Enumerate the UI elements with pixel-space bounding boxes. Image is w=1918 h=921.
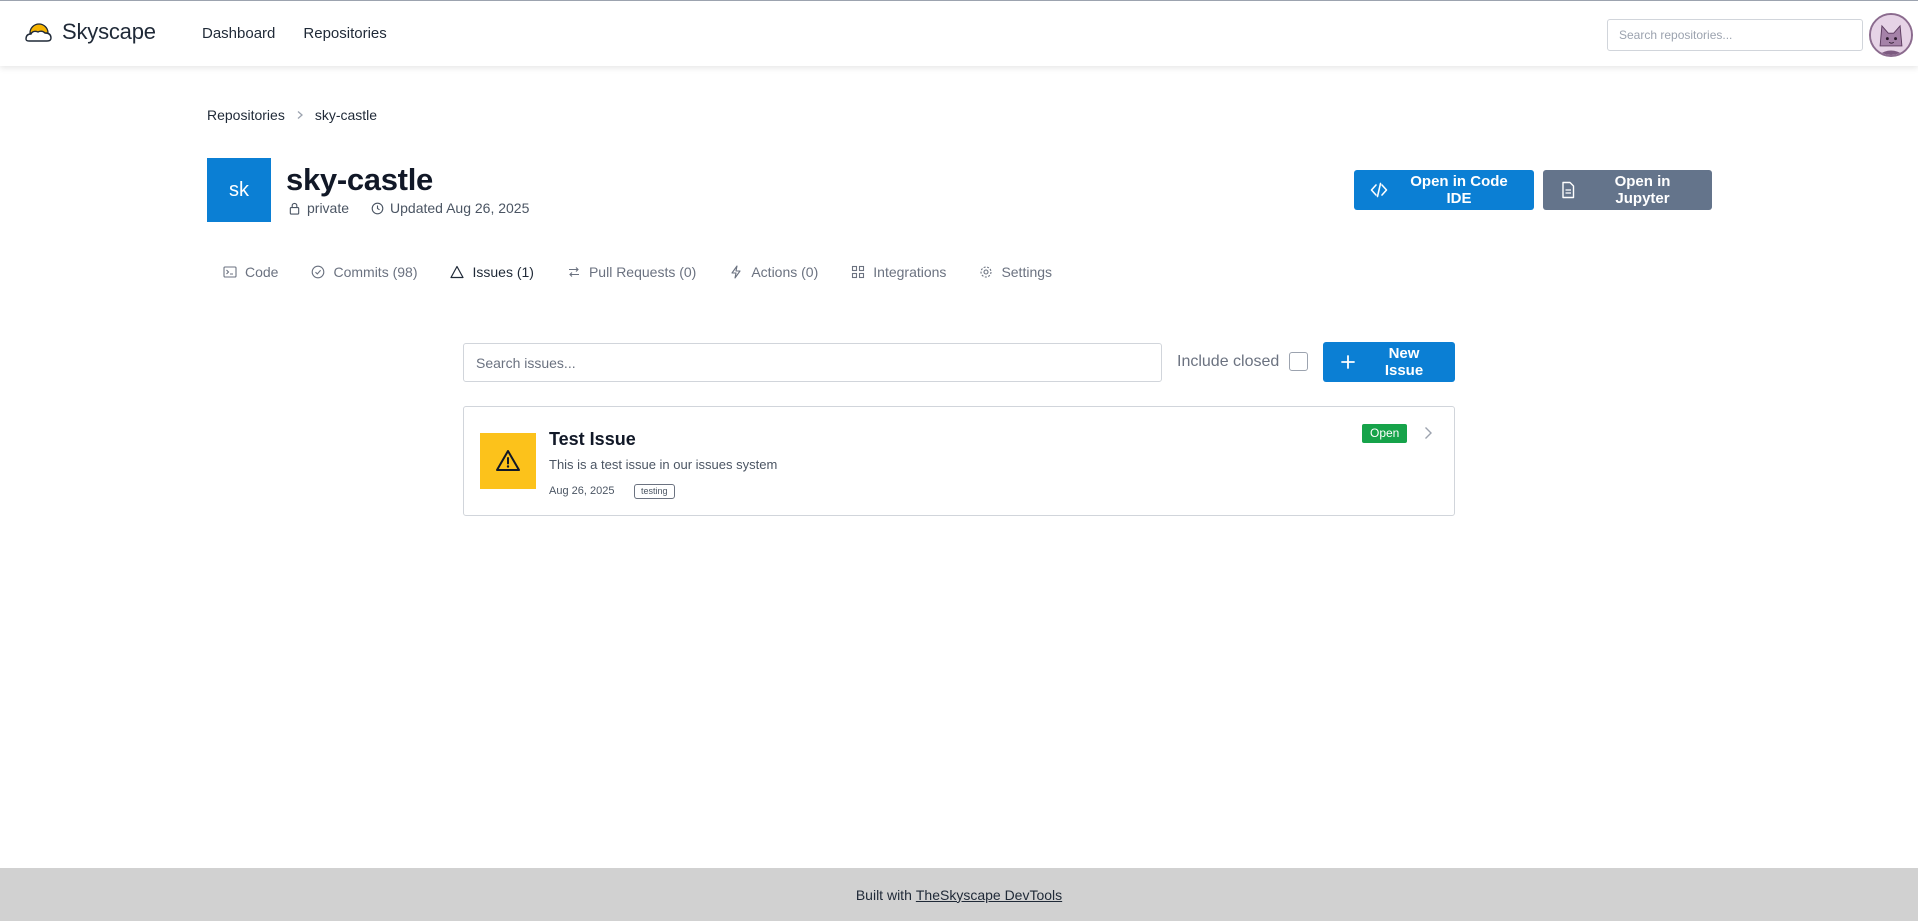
tab-settings-label: Settings <box>1001 264 1053 280</box>
nav-link-dashboard[interactable]: Dashboard <box>202 25 275 42</box>
terminal-icon <box>223 266 237 278</box>
tab-issues-label: Issues (1) <box>472 264 534 280</box>
check-circle-icon <box>312 265 325 279</box>
tab-code-label: Code <box>245 264 279 280</box>
nav-link-repositories[interactable]: Repositories <box>303 25 386 42</box>
top-navbar: Skyscape Dashboard Repositories <box>0 0 1918 66</box>
plus-icon <box>1341 355 1355 369</box>
repo-search-input[interactable] <box>1607 19 1863 51</box>
tab-settings[interactable]: Settings <box>979 264 1085 280</box>
issue-list-item[interactable]: Test Issue This is a test issue in our i… <box>463 406 1455 516</box>
breadcrumb-current: sky-castle <box>314 107 378 123</box>
breadcrumb: Repositories sky-castle <box>207 107 377 123</box>
repo-meta: private Updated Aug 26, 2025 <box>288 200 529 216</box>
code-brackets-icon <box>1370 182 1388 198</box>
issue-description: This is a test issue in our issues syste… <box>549 457 778 472</box>
gear-icon <box>980 266 992 278</box>
brand-link[interactable]: Skyscape <box>22 19 156 45</box>
tab-issues[interactable]: Issues (1) <box>450 264 566 280</box>
lock-icon <box>289 202 300 215</box>
brand-name: Skyscape <box>62 19 156 44</box>
alert-triangle-icon <box>450 265 465 279</box>
repo-updated: Updated Aug 26, 2025 <box>390 200 530 216</box>
issue-search-input[interactable] <box>463 343 1162 382</box>
tab-integrations-label: Integrations <box>873 264 947 280</box>
include-closed-checkbox[interactable] <box>1289 352 1309 371</box>
cloud-sun-logo-icon <box>25 23 52 42</box>
grid-icon <box>852 265 865 279</box>
tab-commits-label: Commits (98) <box>333 264 418 280</box>
user-avatar[interactable] <box>1869 13 1913 57</box>
repo-visibility: private <box>307 200 350 216</box>
arrows-icon <box>568 267 579 277</box>
status-badge: Open <box>1362 424 1408 443</box>
tab-integrations[interactable]: Integrations <box>851 264 979 280</box>
lightning-icon <box>731 265 741 279</box>
new-issue-label: New Issue <box>1384 345 1424 379</box>
open-in-jupyter-label: Open in Jupyter <box>1614 173 1671 207</box>
main-nav: Dashboard Repositories <box>202 25 387 42</box>
open-in-jupyter-button[interactable]: Open in Jupyter <box>1543 170 1712 210</box>
tab-pull-requests[interactable]: Pull Requests (0) <box>567 264 729 280</box>
issue-date: Aug 26, 2025 <box>549 485 615 497</box>
issue-label-tag: testing <box>634 484 675 499</box>
tab-code[interactable]: Code <box>223 264 311 280</box>
issue-title[interactable]: Test Issue <box>549 429 636 450</box>
open-in-code-ide-label: Open in Code IDE <box>1410 173 1508 207</box>
include-closed-toggle[interactable]: Include closed <box>1177 352 1309 371</box>
repo-badge: sk <box>207 158 271 222</box>
footer-text: Built with <box>855 886 912 903</box>
footer-devtools-link[interactable]: TheSkyscape DevTools <box>916 887 1062 903</box>
tab-actions-label: Actions (0) <box>751 264 819 280</box>
tab-commits[interactable]: Commits (98) <box>311 264 450 280</box>
include-closed-label: Include closed <box>1177 352 1280 370</box>
document-icon <box>1562 181 1575 199</box>
open-in-code-ide-button[interactable]: Open in Code IDE <box>1354 170 1534 210</box>
avatar-cat-icon <box>1871 15 1911 55</box>
chevron-right-icon[interactable] <box>1421 426 1435 440</box>
new-issue-button[interactable]: New Issue <box>1323 342 1455 382</box>
tab-pull-requests-label: Pull Requests (0) <box>588 264 697 280</box>
chevron-right-icon <box>297 111 303 119</box>
alert-triangle-icon <box>496 450 520 471</box>
tab-actions[interactable]: Actions (0) <box>729 264 851 280</box>
issue-type-icon <box>480 433 536 489</box>
breadcrumb-repositories[interactable]: Repositories <box>207 107 285 123</box>
repo-title: sky-castle <box>286 162 433 197</box>
page-footer: Built with TheSkyscape DevTools <box>0 868 1918 921</box>
repo-tabs: Code Commits (98) Issues (1) Pull Reques… <box>223 264 1085 280</box>
clock-icon <box>371 202 384 214</box>
